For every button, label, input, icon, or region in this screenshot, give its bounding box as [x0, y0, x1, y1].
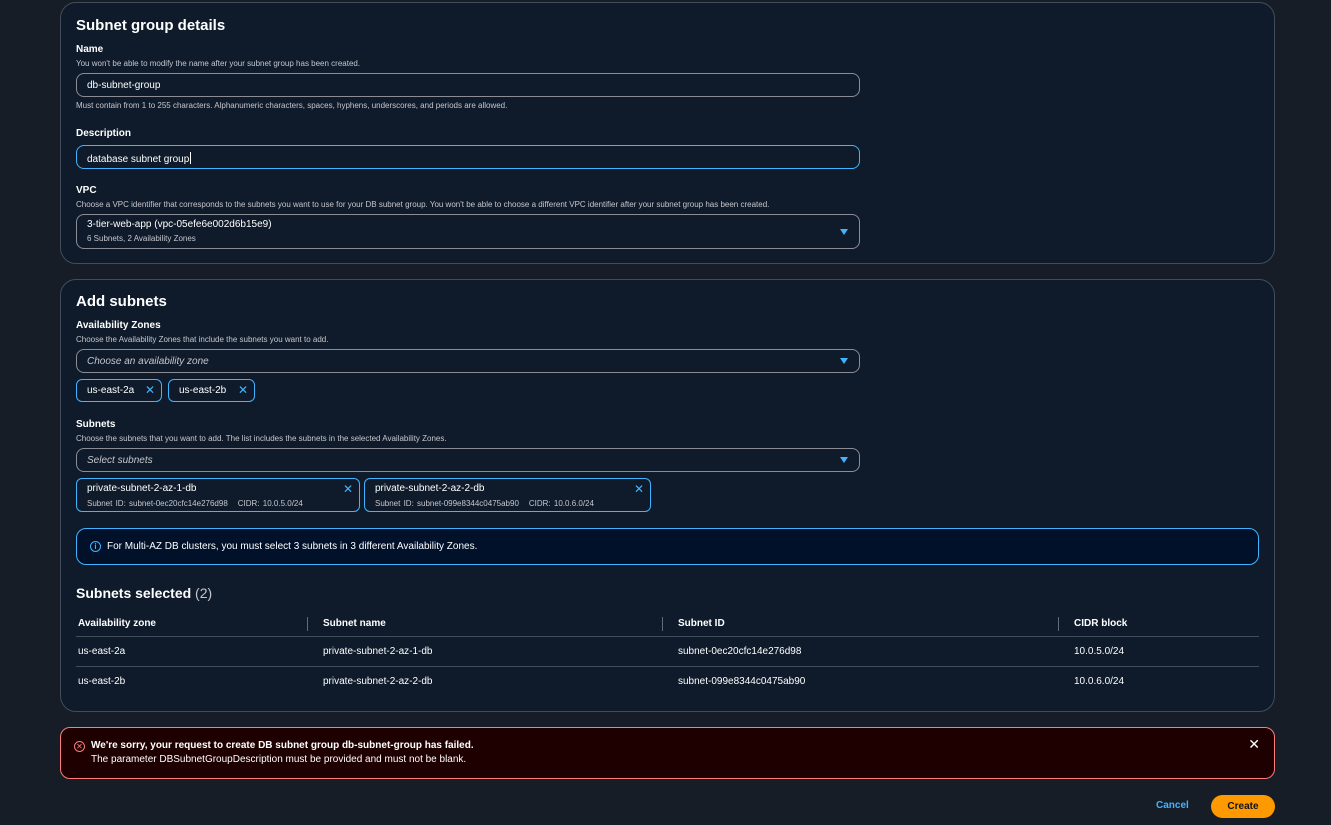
subnet-token-cidr: CIDR: 10.0.5.0/24: [237, 499, 303, 508]
az-token: us-east-2b ✕: [168, 379, 255, 402]
error-title: We're sorry, your request to create DB s…: [91, 740, 474, 751]
vpc-hint: Choose a VPC identifier that corresponds…: [76, 200, 770, 209]
az-token-label: us-east-2b: [179, 385, 227, 396]
subnets-hint: Choose the subnets that you want to add.…: [76, 434, 447, 443]
name-field-value: db-subnet-group: [87, 80, 161, 91]
error-alert: ✕ We're sorry, your request to create DB…: [60, 727, 1275, 779]
cancel-button[interactable]: Cancel: [1148, 796, 1197, 815]
description-field[interactable]: database subnet group: [76, 145, 860, 169]
add-subnets-panel: Add subnets Availability Zones Choose th…: [60, 279, 1275, 712]
vpc-label: VPC: [76, 185, 97, 196]
section-title: Add subnets: [76, 293, 167, 310]
table-header-row: Availability zone Subnet name Subnet ID …: [76, 612, 1259, 637]
table-count: (2): [195, 585, 213, 601]
caret-down-icon: [840, 358, 848, 364]
column-header: Subnet ID: [662, 612, 1072, 637]
close-icon[interactable]: ✕: [238, 384, 248, 396]
name-field[interactable]: db-subnet-group: [76, 73, 860, 97]
name-constraint: Must contain from 1 to 255 characters. A…: [76, 101, 508, 110]
close-icon[interactable]: ✕: [343, 483, 353, 495]
subnet-token-cidr: CIDR: 10.0.6.0/24: [528, 499, 594, 508]
table-row: us-east-2a private-subnet-2-az-1-db subn…: [76, 636, 1259, 667]
table-cell: 10.0.5.0/24: [1072, 636, 1259, 667]
error-message: The parameter DBSubnetGroupDescription m…: [91, 754, 467, 765]
table-cell: us-east-2a: [76, 636, 321, 667]
info-message: For Multi-AZ DB clusters, you must selec…: [107, 541, 478, 552]
vpc-select-subtext: 6 Subnets, 2 Availability Zones: [87, 234, 196, 243]
caret-down-icon: [840, 457, 848, 463]
az-select-placeholder: Choose an availability zone: [87, 356, 209, 367]
description-field-value: database subnet group: [87, 154, 190, 165]
info-icon: i: [90, 541, 101, 552]
az-token: us-east-2a ✕: [76, 379, 162, 402]
table-cell: us-east-2b: [78, 675, 126, 687]
caret-down-icon: [840, 228, 848, 235]
close-icon[interactable]: ✕: [1248, 737, 1260, 751]
description-label: Description: [76, 128, 132, 139]
table-title-text: Subnets selected: [76, 585, 192, 601]
text-caret: [190, 152, 192, 164]
az-select[interactable]: Choose an availability zone: [76, 349, 860, 373]
subnet-token: private-subnet-2-az-2-db Subnet ID: subn…: [364, 478, 651, 512]
subnets-selected-table: Availability zone Subnet name Subnet ID …: [76, 612, 1259, 696]
az-token-label: us-east-2a: [87, 385, 135, 396]
name-label: Name: [76, 44, 104, 55]
table-cell: subnet-0ec20cfc14e276d98: [676, 636, 1072, 667]
subnets-selected-title: Subnets selected (2): [76, 585, 212, 601]
az-hint: Choose the Availability Zones that inclu…: [76, 335, 329, 344]
column-header: CIDR block: [1058, 612, 1259, 637]
table-cell: 10.0.6.0/24: [1074, 675, 1125, 687]
az-label: Availability Zones: [76, 320, 161, 331]
subnets-label: Subnets: [76, 419, 116, 430]
close-icon[interactable]: ✕: [634, 483, 644, 495]
column-header: Availability zone: [76, 612, 321, 637]
subnet-token-id: Subnet ID: subnet-0ec20cfc14e276d98: [87, 499, 228, 508]
subnet-token-name: private-subnet-2-az-2-db: [375, 483, 485, 494]
subnet-group-details-panel: Subnet group details Name You won't be a…: [60, 2, 1275, 264]
close-icon[interactable]: ✕: [145, 384, 155, 396]
name-hint: You won't be able to modify the name aft…: [76, 59, 361, 68]
create-button[interactable]: Create: [1211, 795, 1275, 818]
table-cell: private-subnet-2-az-2-db: [323, 675, 433, 687]
subnet-token-meta: Subnet ID: subnet-099e8344c0475ab90 CIDR:…: [375, 498, 640, 510]
table-row: us-east-2b private-subnet-2-az-2-db subn…: [76, 666, 1259, 696]
subnet-token-id: Subnet ID: subnet-099e8344c0475ab90: [375, 499, 519, 508]
subnet-token-name: private-subnet-2-az-1-db: [87, 483, 197, 494]
table-cell: private-subnet-2-az-1-db: [321, 636, 676, 667]
error-icon: ✕: [74, 741, 85, 752]
subnets-select[interactable]: Select subnets: [76, 448, 860, 472]
table-cell: subnet-099e8344c0475ab90: [678, 675, 806, 687]
section-title: Subnet group details: [76, 17, 226, 34]
multi-az-info-alert: i For Multi-AZ DB clusters, you must sel…: [76, 528, 1259, 565]
vpc-select[interactable]: 3-tier-web-app (vpc-05efe6e002d6b15e9) 6…: [76, 214, 860, 249]
subnet-token-meta: Subnet ID: subnet-0ec20cfc14e276d98 CIDR:…: [87, 498, 349, 510]
subnet-token: private-subnet-2-az-1-db Subnet ID: subn…: [76, 478, 360, 512]
subnets-select-placeholder: Select subnets: [87, 455, 153, 466]
column-header: Subnet name: [307, 612, 676, 637]
vpc-select-value: 3-tier-web-app (vpc-05efe6e002d6b15e9): [87, 219, 272, 230]
